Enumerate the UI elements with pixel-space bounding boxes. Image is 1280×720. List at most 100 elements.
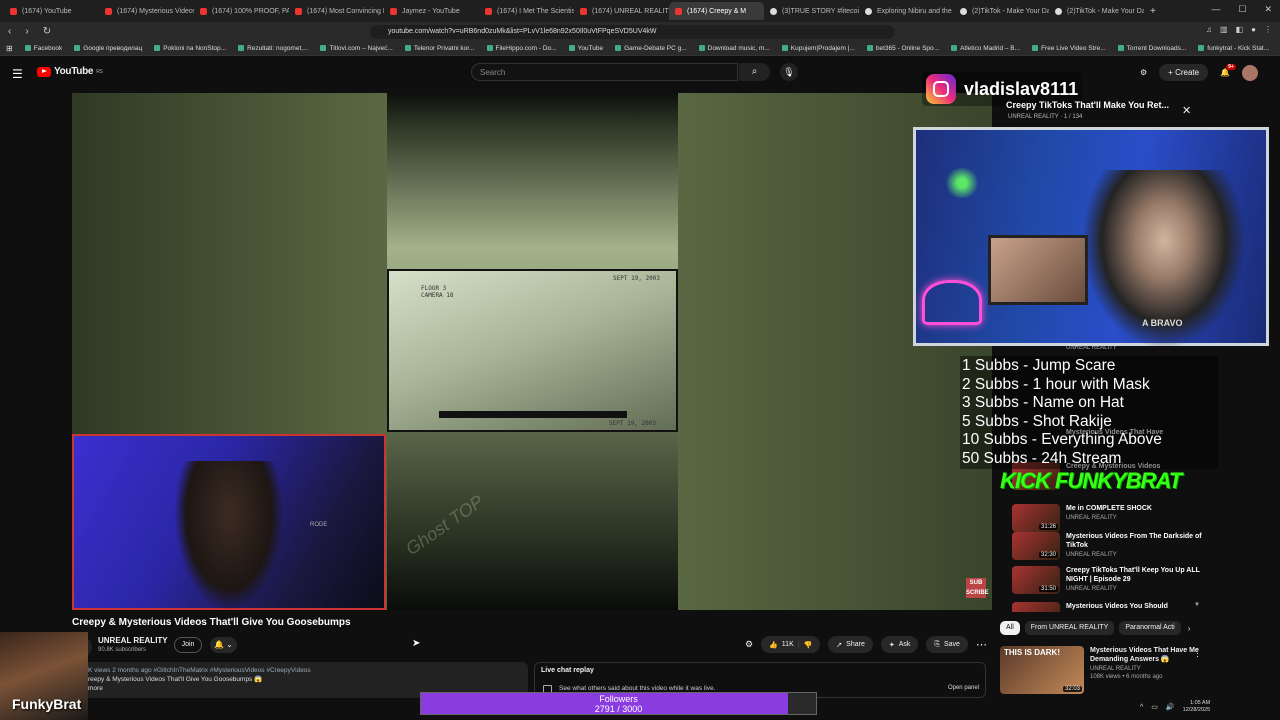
- share-button[interactable]: ↗ Share: [828, 636, 873, 653]
- more-options-icon[interactable]: ⋮: [1193, 648, 1202, 659]
- browser-tab[interactable]: (1674) Creepy & M: [669, 2, 764, 20]
- recommended-video[interactable]: THIS IS DARK! 32:03 Mysterious Videos Th…: [1000, 646, 1200, 694]
- youtube-logo-region: RS: [96, 68, 103, 75]
- bookmark-item[interactable]: Titlovi.com – Najveć...: [320, 45, 393, 52]
- sidebar-video-item[interactable]: 31:50 Creepy TikToks That'll Keep You Up …: [1012, 566, 1202, 594]
- maximize-icon[interactable]: ☐: [1238, 4, 1246, 15]
- bookmark-label: Rezultati: nogomet,...: [247, 44, 309, 52]
- miniplayer-title[interactable]: Creepy TikToks That'll Make You Ret...: [1006, 100, 1169, 110]
- tab-label: Jaymez - YouTube: [402, 7, 460, 15]
- save-button[interactable]: ⎘ Save: [926, 636, 968, 653]
- bookmark-item[interactable]: Rezultati: nogomet,...: [238, 45, 308, 52]
- ask-button[interactable]: ✦ Ask: [880, 636, 919, 653]
- chevron-up-icon[interactable]: ^: [1140, 704, 1143, 711]
- bookmark-favicon-icon: [486, 45, 493, 51]
- cast-icon[interactable]: ⚙: [1140, 68, 1147, 77]
- bookmark-item[interactable]: funkytrat - Kick Stat...: [1198, 45, 1269, 52]
- hamburger-menu-icon[interactable]: ☰: [12, 67, 23, 81]
- display-icon[interactable]: ▭: [1151, 703, 1158, 711]
- thumbs-down-icon[interactable]: 👎: [804, 641, 813, 649]
- search-input[interactable]: Search: [471, 63, 738, 81]
- like-button[interactable]: 👍 11K | 👎: [761, 636, 821, 653]
- tab-label: (1674) Mysterious Videos I: [117, 7, 194, 15]
- subscribe-bell-button[interactable]: 🔔 ⌄: [210, 637, 237, 653]
- bookmark-item[interactable]: Google преводилац: [74, 45, 142, 52]
- youtube-play-icon: [37, 66, 51, 77]
- sub-goals-list: 1 Subbs - Jump Scare 2 Subbs - 1 hour wit…: [960, 356, 1218, 469]
- bookmark-item[interactable]: Atletico Madrid – B...: [951, 45, 1020, 52]
- browser-tab[interactable]: (3)TRUE STORY #litecoin: [764, 2, 859, 20]
- subscribe-badge[interactable]: SUB SCRIBE: [966, 578, 989, 598]
- video-title[interactable]: Mysterious Videos That Have Me Demanding…: [1090, 646, 1200, 664]
- bookmark-label: YouTube: [577, 44, 604, 52]
- channel-name[interactable]: UNREAL REALITY: [98, 636, 168, 645]
- apps-icon[interactable]: ⊞: [6, 44, 13, 53]
- video-thumbnail[interactable]: 31:50: [1012, 566, 1060, 594]
- instagram-username: vladislav8111: [964, 78, 1079, 99]
- close-window-icon[interactable]: ✕: [1264, 4, 1272, 15]
- background-monitor: [988, 235, 1088, 305]
- nav-buttons: ‹ › ↻: [0, 26, 360, 37]
- browser-tab[interactable]: Jaymez - YouTube: [384, 2, 479, 20]
- video-thumbnail[interactable]: 31:26: [1012, 504, 1060, 532]
- extension-icon[interactable]: ▥: [1220, 25, 1228, 34]
- reload-icon[interactable]: ↻: [43, 26, 51, 37]
- new-tab-icon[interactable]: +: [1150, 6, 1156, 17]
- bookmarks-bar: ⊞ Facebook Google преводилац Pokloni na Non…: [0, 41, 1280, 56]
- volume-icon[interactable]: 🔊: [1166, 703, 1175, 711]
- bookmark-item[interactable]: Download music, m...: [698, 45, 770, 52]
- profile-icon[interactable]: ●: [1251, 25, 1256, 34]
- join-button[interactable]: Join: [174, 637, 202, 653]
- sidebar-video-item[interactable]: 32:30 Mysterious Videos From The Darkside…: [1012, 532, 1202, 560]
- close-icon[interactable]: ✕: [1182, 104, 1191, 117]
- chevron-down-icon[interactable]: ▼: [1194, 602, 1200, 608]
- browser-tab[interactable]: (1674) UNREAL REALITY - Y: [574, 2, 669, 20]
- bookmark-item[interactable]: Torrent Downloads...: [1117, 45, 1186, 52]
- url-field[interactable]: youtube.com/watch?v=uRB6nd0zuMk&list=PLv…: [370, 25, 895, 39]
- clock[interactable]: 1:05 AM 12/28/2025: [1183, 700, 1211, 714]
- bookmark-item[interactable]: FileHippo.com - Do...: [486, 45, 557, 52]
- filter-chip[interactable]: All: [1000, 621, 1020, 635]
- filter-chip[interactable]: From UNREAL REALITY: [1024, 621, 1115, 635]
- bookmark-item[interactable]: Telenor Privatni kor...: [404, 45, 475, 52]
- bookmark-item[interactable]: YouTube: [568, 44, 604, 52]
- forward-icon[interactable]: ›: [25, 26, 28, 37]
- bookmark-item[interactable]: Pokloni na NonStop...: [154, 45, 226, 52]
- browser-tab[interactable]: (2)TikTok - Make Your Day: [954, 2, 1049, 20]
- extension-icon[interactable]: ♫: [1206, 25, 1212, 34]
- extension-icon[interactable]: ◧: [1236, 25, 1244, 34]
- browser-tab[interactable]: Exploring Nibiru and the N: [859, 2, 954, 20]
- bookmark-item[interactable]: bet365 - Online Spo...: [866, 45, 939, 52]
- more-actions-icon[interactable]: ⋯: [976, 638, 987, 651]
- open-panel-button[interactable]: Open panel: [948, 685, 979, 691]
- browser-tab[interactable]: (1674) Most Convincing Evi: [289, 2, 384, 20]
- bookmark-item[interactable]: Facebook: [24, 45, 62, 52]
- browser-tab[interactable]: (1674) I Met The Scientist: [479, 2, 574, 20]
- search-icon[interactable]: ⌕: [739, 63, 770, 81]
- bookmark-item[interactable]: Free Live Video Stre...: [1032, 45, 1106, 52]
- bookmark-item[interactable]: Kupujem|Prodajem |...: [781, 45, 855, 52]
- video-title: Mysterious Videos From The Darkside of T…: [1066, 533, 1202, 549]
- chevron-right-icon[interactable]: ›: [1188, 624, 1191, 633]
- bookmark-item[interactable]: Game-Debate PC g...: [615, 45, 687, 52]
- minimize-icon[interactable]: —: [1211, 4, 1220, 15]
- settings-icon[interactable]: ⚙: [745, 639, 753, 650]
- youtube-logo[interactable]: YouTube RS: [37, 66, 103, 77]
- back-icon[interactable]: ‹: [8, 26, 11, 37]
- microphone-icon[interactable]: 🎙: [780, 63, 798, 81]
- video-thumbnail[interactable]: [1012, 602, 1060, 612]
- avatar[interactable]: [1242, 64, 1259, 81]
- browser-tab[interactable]: (1674) Mysterious Videos I: [99, 2, 194, 20]
- sidebar-video-item[interactable]: 31:26 Me in COMPLETE SHOCK UNREAL REALITY: [1012, 504, 1202, 532]
- sidebar-video-item[interactable]: Mysterious Videos You Should: [1012, 602, 1202, 612]
- browser-tab[interactable]: (1674) YouTube: [4, 2, 99, 20]
- filter-chip[interactable]: Paranormal Acti: [1119, 621, 1181, 635]
- create-button[interactable]: + Create: [1159, 64, 1209, 81]
- video-thumbnail[interactable]: THIS IS DARK! 32:03: [1000, 646, 1084, 694]
- notifications-icon[interactable]: 🔔 9+: [1220, 64, 1236, 77]
- security-cam-clip: FLOOR 3 CAMERA 18 SEPT 19, 2003 SEPT 19,…: [387, 269, 678, 432]
- video-thumbnail[interactable]: 32:30: [1012, 532, 1060, 560]
- browser-tab[interactable]: (1674) 100% PROOF, PARAN: [194, 2, 289, 20]
- browser-tab[interactable]: (2)TikTok - Make Your Day: [1049, 2, 1144, 20]
- menu-dots-icon[interactable]: ⋮: [1264, 25, 1272, 34]
